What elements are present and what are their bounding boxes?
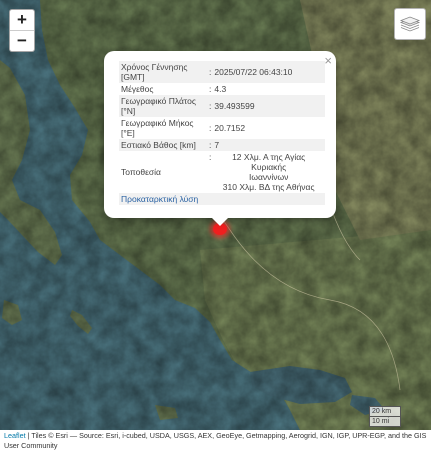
separator: :: [209, 123, 212, 133]
info-row: Μέγεθος :4.3: [119, 83, 325, 95]
location-label: Τοποθεσία: [121, 167, 161, 177]
layers-button[interactable]: [394, 8, 426, 40]
info-value: 39.493599: [214, 101, 255, 111]
preliminary-solution-link[interactable]: Προκαταρκτική λύση: [121, 194, 198, 204]
info-row: Προκαταρκτική λύση: [119, 193, 325, 205]
info-value: 4.3: [214, 84, 227, 94]
info-label: Γεωγραφικό Πλάτος [°N]: [119, 95, 207, 117]
attribution: Leaflet | Tiles © Esri — Source: Esri, i…: [0, 430, 431, 450]
separator: :: [209, 140, 212, 150]
scale-bar: 20 km 10 mi: [369, 406, 401, 427]
layers-icon: [399, 16, 421, 32]
close-icon[interactable]: ×: [324, 53, 332, 68]
location-line: Ιωαννίνων: [248, 172, 289, 182]
info-label: Γεωγραφικό Μήκος [°E]: [121, 118, 194, 138]
separator: :: [209, 101, 212, 111]
info-value: 20.7152: [214, 123, 246, 133]
leaflet-link[interactable]: Leaflet: [4, 431, 26, 440]
zoom-out-button[interactable]: −: [10, 30, 34, 51]
separator: :: [209, 152, 212, 162]
scale-mi: 10 mi: [369, 417, 401, 427]
info-row: Εστιακό Βάθος [km] :7: [119, 139, 325, 151]
info-row: Χρόνος Γέννησης [GMT] :2025/07/22 06:43:…: [119, 61, 325, 83]
info-value: 7: [214, 140, 220, 150]
separator: :: [209, 84, 212, 94]
info-label: Μέγεθος: [121, 84, 154, 94]
info-label: Εστιακό Βάθος [km]: [119, 139, 207, 151]
earthquake-popup: × Χρόνος Γέννησης [GMT] :2025/07/22 06:4…: [104, 51, 336, 218]
info-label: Χρόνος Γέννησης [GMT]: [119, 61, 207, 83]
attribution-text: | Tiles © Esri — Source: Esri, i-cubed, …: [4, 431, 427, 450]
info-row: Τοποθεσία : 12 Χλμ. Α της Αγίας Κυριακής…: [119, 151, 325, 193]
location-line: 12 Χλμ. Α της Αγίας Κυριακής: [232, 152, 306, 172]
earthquake-info-table: Χρόνος Γέννησης [GMT] :2025/07/22 06:43:…: [119, 61, 325, 205]
info-row: Γεωγραφικό Πλάτος [°N] :39.493599: [119, 95, 325, 117]
satellite-map[interactable]: + − × Χρόνος Γέννησης [GMT] :2025/07/22 …: [0, 0, 431, 430]
info-row: Γεωγραφικό Μήκος [°E] :20.7152: [119, 117, 325, 139]
zoom-control: + −: [9, 9, 35, 52]
scale-km: 20 km: [369, 406, 401, 417]
location-line: 310 Χλμ. ΒΔ της Αθήνας: [222, 182, 315, 192]
zoom-in-button[interactable]: +: [10, 10, 34, 30]
separator: :: [209, 67, 212, 77]
info-value: 2025/07/22 06:43:10: [214, 67, 293, 77]
popup-tip: [210, 216, 230, 226]
